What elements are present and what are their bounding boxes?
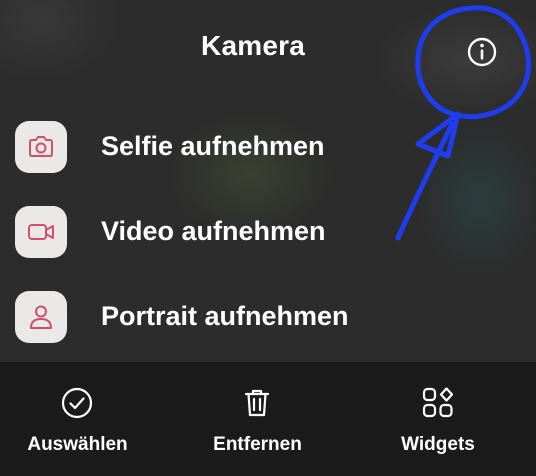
- widgets-button[interactable]: Widgets: [385, 362, 491, 476]
- trash-icon: [244, 389, 270, 417]
- select-button-label: Auswählen: [27, 434, 128, 455]
- menu-item-icon-tile: [15, 121, 67, 173]
- bottom-action-bar: Auswählen Entfernen Widgets: [0, 362, 536, 476]
- menu-item-video[interactable]: Video aufnehmen: [15, 206, 495, 262]
- menu-item-icon-tile: [15, 291, 67, 343]
- info-button[interactable]: [464, 34, 500, 70]
- menu-item-selfie[interactable]: Selfie aufnehmen: [15, 121, 495, 177]
- menu-item-portrait[interactable]: Portrait aufnehmen: [15, 291, 495, 347]
- widgets-button-label: Widgets: [401, 434, 475, 455]
- context-menu-screen: Kamera Selfie aufnehmen Video aufnehmen: [0, 0, 536, 476]
- remove-button[interactable]: Entfernen: [195, 362, 320, 476]
- remove-button-label: Entfernen: [213, 434, 302, 455]
- page-title: Kamera: [201, 30, 305, 61]
- menu-item-label: Portrait aufnehmen: [101, 301, 349, 331]
- menu-item-label: Video aufnehmen: [101, 216, 326, 246]
- camera-icon: [29, 136, 53, 157]
- menu-item-icon-tile: [15, 206, 67, 258]
- check-circle-icon: [61, 387, 93, 419]
- menu-item-label: Selfie aufnehmen: [101, 131, 325, 161]
- video-camera-icon: [28, 224, 54, 240]
- person-icon: [30, 305, 52, 329]
- widgets-icon: [422, 387, 454, 418]
- select-button[interactable]: Auswählen: [10, 362, 145, 476]
- info-circle-icon: [467, 37, 497, 67]
